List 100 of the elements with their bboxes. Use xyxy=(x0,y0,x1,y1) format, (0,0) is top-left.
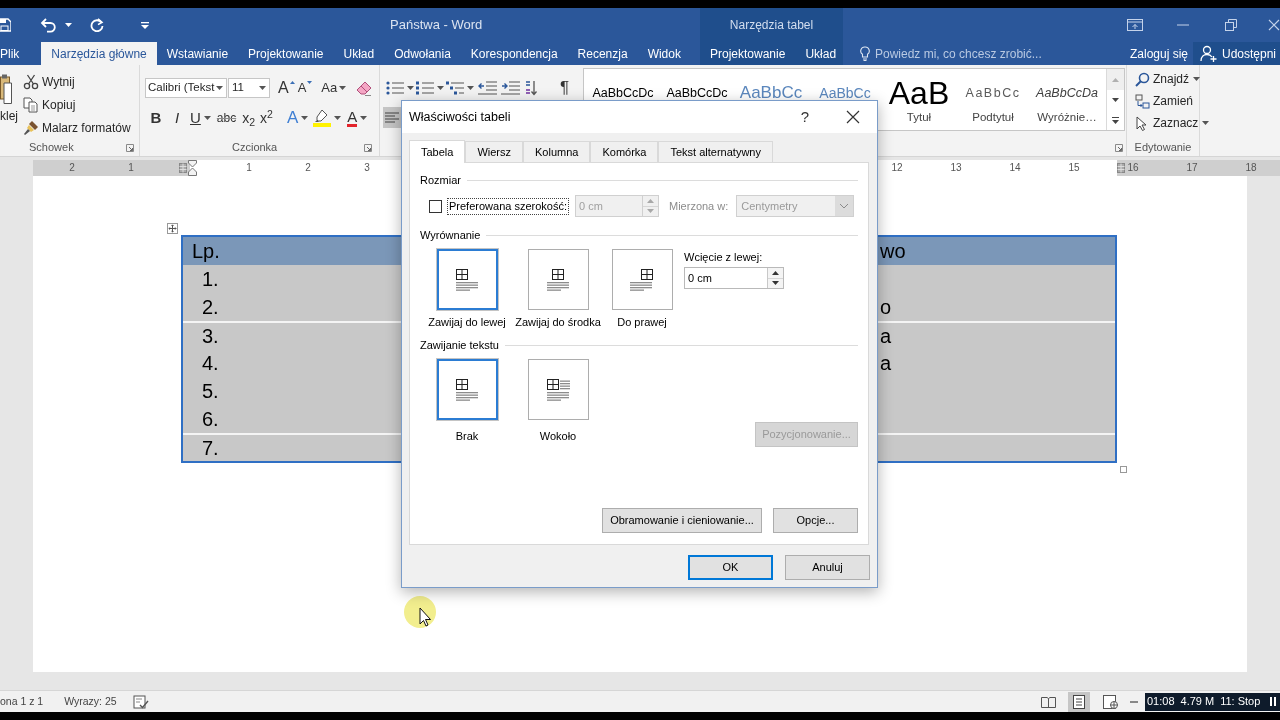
style-sample[interactable]: AaBbCc xyxy=(965,73,1021,113)
undo-icon[interactable] xyxy=(40,17,56,33)
dialog-tab[interactable]: Tabela xyxy=(409,140,466,163)
bullets-icon[interactable] xyxy=(386,81,404,95)
more-styles-icon[interactable] xyxy=(1112,116,1119,124)
dialog-button[interactable]: Anuluj xyxy=(785,555,870,580)
ribbon-tab[interactable]: Projektowanie xyxy=(238,42,334,65)
dialog-tab[interactable]: Wiersz xyxy=(465,141,524,162)
ribbon-tab[interactable]: Projektowanie xyxy=(700,42,796,65)
zoom-out-icon[interactable] xyxy=(1130,700,1138,703)
ribbon-display-icon[interactable] xyxy=(1127,19,1143,31)
caret-down-icon xyxy=(307,81,313,84)
ribbon-tab[interactable]: Recenzja xyxy=(567,42,638,65)
font-size-field[interactable]: 11 xyxy=(228,78,270,98)
ribbon-tab[interactable]: Układ xyxy=(333,42,385,65)
bold-button[interactable]: B xyxy=(148,108,164,128)
indent-field[interactable]: 0 cm xyxy=(684,267,784,289)
help-button[interactable]: ? xyxy=(794,105,816,129)
copy-button[interactable]: Kopiuj xyxy=(23,93,76,116)
resize-handle-icon[interactable] xyxy=(1120,466,1127,473)
pause-icon[interactable] xyxy=(1270,697,1276,706)
caret-down-icon xyxy=(339,86,347,90)
ribbon-tab[interactable]: Korespondencja xyxy=(460,42,568,65)
sort-icon[interactable] xyxy=(524,80,538,96)
wrapping-option[interactable] xyxy=(436,359,498,420)
proofing-icon[interactable] xyxy=(132,694,149,709)
wrapping-option[interactable] xyxy=(527,359,589,420)
shrink-font-button[interactable]: A xyxy=(297,78,313,98)
italic-button[interactable]: I xyxy=(169,108,185,128)
ribbon-tab[interactable]: Plik xyxy=(0,42,42,65)
alignment-option[interactable] xyxy=(436,249,498,310)
column-marker-icon[interactable] xyxy=(1117,163,1125,173)
dialog-tab[interactable]: Tekst alternatywny xyxy=(658,141,773,162)
caret-down-icon[interactable] xyxy=(437,86,444,90)
checkbox[interactable] xyxy=(429,199,442,213)
caret-down-icon[interactable] xyxy=(467,86,474,90)
multilevel-list-icon[interactable] xyxy=(446,81,464,95)
section-heading: Rozmiar xyxy=(420,173,461,187)
font-color-button[interactable]: A xyxy=(347,108,368,128)
caret-down-icon[interactable] xyxy=(65,23,72,27)
restore-icon[interactable] xyxy=(1225,19,1237,31)
ribbon-tab[interactable]: Układ xyxy=(795,42,847,65)
indent-marker-icon[interactable] xyxy=(188,160,197,176)
dialog-button[interactable]: Obramowanie i cieniowanie... xyxy=(602,508,762,533)
table-cell-text: o xyxy=(880,295,892,320)
spin-down-icon[interactable] xyxy=(772,281,779,286)
ribbon-tab[interactable]: Narzędzia główne xyxy=(41,42,157,65)
eraser-icon[interactable] xyxy=(356,80,373,96)
customize-icon[interactable] xyxy=(141,21,149,29)
style-sample[interactable]: AaBbCcDa xyxy=(1036,73,1098,113)
ribbon-tab[interactable]: Widok xyxy=(637,42,691,65)
subscript-button[interactable]: x$_{2}$ xyxy=(242,108,256,128)
dialog-button[interactable]: Opcje... xyxy=(773,508,858,533)
alignment-option[interactable] xyxy=(611,249,673,310)
scroll-down-icon[interactable] xyxy=(1112,98,1119,102)
print-layout-button[interactable] xyxy=(1068,691,1090,712)
decrease-indent-icon[interactable] xyxy=(478,81,497,95)
close-icon[interactable] xyxy=(1268,19,1280,31)
cut-button[interactable]: Wytnij xyxy=(23,70,75,93)
launcher-icon[interactable] xyxy=(1115,143,1123,152)
font-name-field[interactable]: Calibri (Tekst xyxy=(145,78,227,98)
redo-icon[interactable] xyxy=(90,18,104,32)
replace-button[interactable]: Zamień xyxy=(1135,90,1193,112)
caret-down-icon xyxy=(301,116,309,120)
share-button[interactable]: Udostępni xyxy=(1193,42,1280,65)
highlight-button[interactable] xyxy=(313,108,342,128)
select-button[interactable]: Zaznacz xyxy=(1135,112,1210,134)
dialog-tab[interactable]: Kolumna xyxy=(523,141,591,162)
launcher-icon[interactable] xyxy=(126,143,134,152)
spin-up-icon[interactable] xyxy=(772,270,779,275)
dialog-tab[interactable]: Komórka xyxy=(590,141,659,162)
numbering-icon[interactable] xyxy=(416,81,434,95)
change-case-button[interactable]: Aa xyxy=(321,78,347,98)
grow-font-button[interactable]: A xyxy=(278,78,295,98)
column-marker-icon[interactable] xyxy=(179,163,187,173)
table-cell-text: 4. xyxy=(202,351,219,376)
style-sample[interactable]: AaB xyxy=(888,73,950,113)
sign-in-link[interactable]: Zaloguj się xyxy=(1129,44,1188,63)
text-effects-button[interactable]: A xyxy=(286,108,309,128)
alignment-option[interactable] xyxy=(527,249,589,310)
increase-indent-icon[interactable] xyxy=(501,81,520,95)
find-button[interactable]: Znajdź xyxy=(1135,68,1201,90)
align-left-button[interactable] xyxy=(383,107,401,128)
superscript-button[interactable]: x$^{2}$ xyxy=(260,108,273,128)
tell-me-field[interactable]: Powiedz mi, co chcesz zrobić... xyxy=(860,44,1042,63)
show-formatting-button[interactable]: ¶ xyxy=(560,78,570,98)
ribbon-tab[interactable]: Odwołania xyxy=(384,42,461,65)
ruler-number: 3 xyxy=(364,162,370,174)
paste-button[interactable]: klej xyxy=(0,65,18,139)
format-painter-button[interactable]: Malarz formatów xyxy=(23,116,131,139)
caret-down-icon[interactable] xyxy=(407,86,414,90)
launcher-icon[interactable] xyxy=(364,143,372,152)
table-cell-text: 3. xyxy=(202,324,219,349)
move-handle-icon[interactable] xyxy=(167,223,178,234)
ribbon-tab[interactable]: Wstawianie xyxy=(156,42,239,65)
table-cell-text: 6. xyxy=(202,407,219,432)
save-icon[interactable] xyxy=(0,18,11,32)
group-label: Schowek xyxy=(29,140,74,156)
dialog-button[interactable]: OK xyxy=(688,555,773,580)
underline-button[interactable]: U xyxy=(190,108,211,128)
